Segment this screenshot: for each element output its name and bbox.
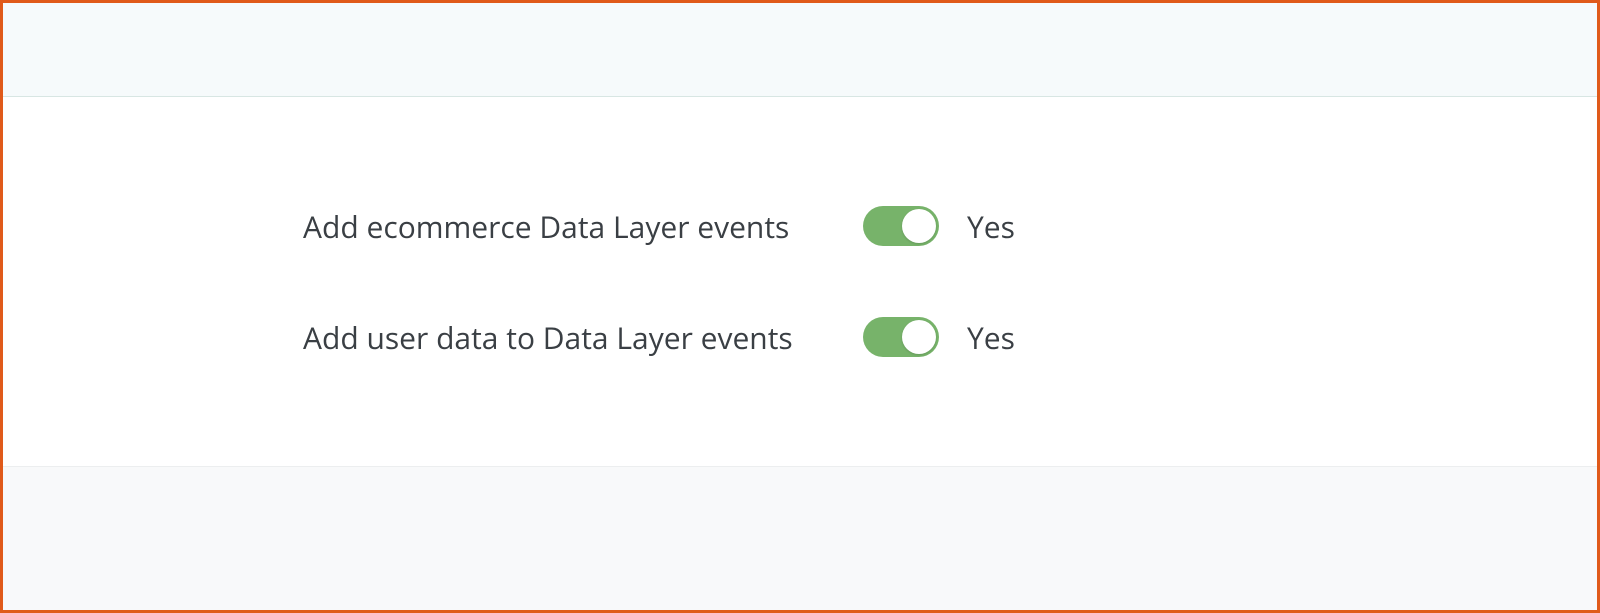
toggle-ecommerce-events[interactable] bbox=[863, 206, 939, 246]
settings-panel: Add ecommerce Data Layer events Yes Add … bbox=[3, 97, 1597, 466]
toggle-group-ecommerce-events: Yes bbox=[863, 206, 1015, 247]
setting-row-user-data-events: Add user data to Data Layer events Yes bbox=[303, 317, 1597, 358]
toggle-user-data-events[interactable] bbox=[863, 317, 939, 357]
footer-band bbox=[3, 466, 1597, 610]
settings-frame: Add ecommerce Data Layer events Yes Add … bbox=[0, 0, 1600, 613]
setting-label-ecommerce-events: Add ecommerce Data Layer events bbox=[303, 206, 863, 247]
setting-row-ecommerce-events: Add ecommerce Data Layer events Yes bbox=[303, 206, 1597, 247]
toggle-state-ecommerce-events: Yes bbox=[967, 206, 1015, 247]
toggle-group-user-data-events: Yes bbox=[863, 317, 1015, 358]
header-band bbox=[3, 3, 1597, 97]
toggle-knob-icon bbox=[902, 320, 936, 354]
toggle-knob-icon bbox=[902, 209, 936, 243]
toggle-state-user-data-events: Yes bbox=[967, 317, 1015, 358]
setting-label-user-data-events: Add user data to Data Layer events bbox=[303, 317, 863, 358]
